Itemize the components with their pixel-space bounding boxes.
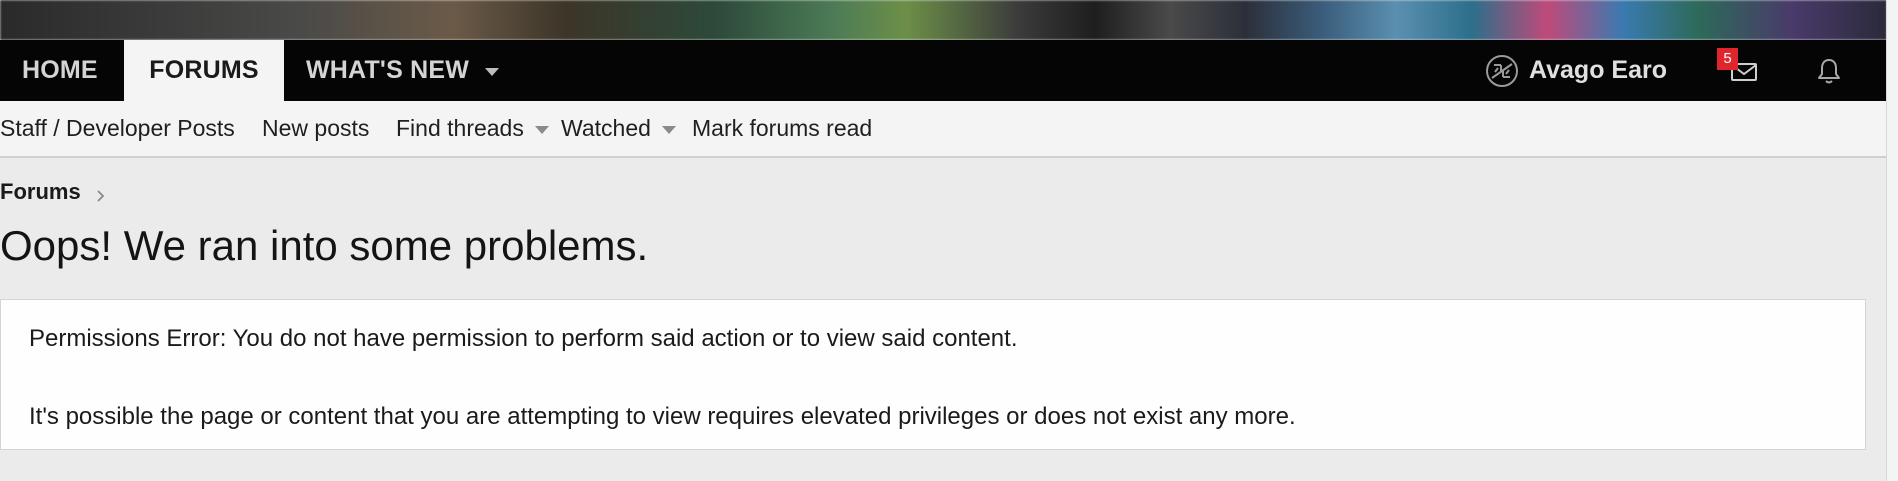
page: HOME FORUMS WHAT'S NEW Avago Earo 5 Staf… — [0, 0, 1898, 481]
subnav-find-threads[interactable]: Find threads — [396, 101, 549, 156]
tab-home-label: HOME — [22, 56, 98, 84]
whats-new-dropdown-icon[interactable] — [485, 67, 500, 76]
inbox-count-badge: 5 — [1717, 48, 1738, 70]
tab-whats-new-label: WHAT'S NEW — [306, 56, 470, 84]
breadcrumb-forums[interactable]: Forums — [0, 179, 81, 205]
scrollbar[interactable] — [1886, 0, 1898, 481]
chevron-right-icon — [93, 184, 109, 202]
error-message-block: Permissions Error: You do not have permi… — [0, 299, 1866, 450]
tab-forums[interactable]: FORUMS — [124, 40, 284, 101]
breadcrumb: Forums — [0, 178, 109, 206]
avatar-logo-icon — [1485, 54, 1519, 88]
subnav-staff-developer-posts-label: Staff / Developer Posts — [0, 115, 235, 141]
error-permission-text: Permissions Error: You do not have permi… — [29, 325, 1018, 352]
subnav-find-threads-label: Find threads — [396, 115, 524, 141]
subnav-watched[interactable]: Watched — [561, 101, 676, 156]
subnav-new-posts-label: New posts — [262, 115, 370, 141]
page-title: Oops! We ran into some problems. — [0, 222, 649, 269]
error-explanation-text: It's possible the page or content that y… — [29, 403, 1296, 430]
bell-icon[interactable] — [1815, 56, 1843, 86]
sub-nav: Staff / Developer Posts New posts Find t… — [0, 101, 1887, 158]
user-menu[interactable]: Avago Earo — [1485, 40, 1667, 101]
find-threads-dropdown-icon[interactable] — [534, 125, 549, 134]
subnav-mark-forums-read[interactable]: Mark forums read — [692, 101, 872, 156]
header-banner-image[interactable] — [0, 0, 1887, 40]
subnav-watched-label: Watched — [561, 115, 651, 141]
subnav-new-posts[interactable]: New posts — [262, 101, 369, 156]
watched-dropdown-icon[interactable] — [661, 125, 676, 134]
main-nav: HOME FORUMS WHAT'S NEW Avago Earo 5 — [0, 40, 1887, 101]
user-name: Avago Earo — [1529, 56, 1668, 84]
tab-home[interactable]: HOME — [22, 40, 98, 101]
tab-whats-new[interactable]: WHAT'S NEW — [306, 40, 500, 101]
subnav-mark-forums-read-label: Mark forums read — [692, 115, 873, 141]
tab-forums-label: FORUMS — [149, 56, 259, 84]
subnav-staff-developer-posts[interactable]: Staff / Developer Posts — [0, 101, 235, 156]
